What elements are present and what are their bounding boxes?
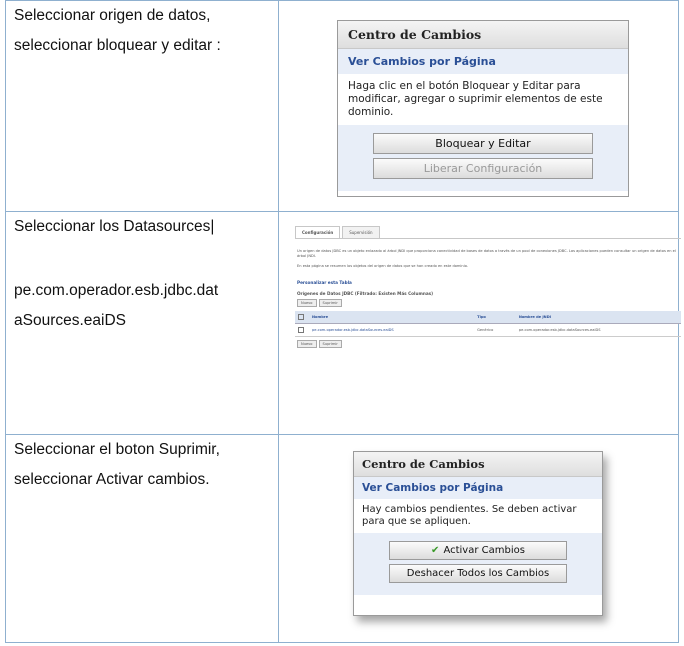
column-header-jndi[interactable]: Nombre de JNDI xyxy=(515,311,681,324)
select-all-checkbox[interactable] xyxy=(298,314,304,320)
new-button[interactable]: Nuevo xyxy=(297,299,317,307)
datasource-type: Genérico xyxy=(474,323,516,337)
activate-changes-button[interactable]: ✔ Activar Cambios xyxy=(389,541,567,560)
table-row: Seleccionar el boton Suprimir, seleccion… xyxy=(6,435,678,642)
description-text: Un origen de datos JDBC es un objeto enl… xyxy=(297,249,676,258)
table-actions-bottom: Nuevo Suprimir xyxy=(297,340,681,348)
view-changes-link[interactable]: Ver Cambios por Página xyxy=(338,49,628,74)
instruction-line: Seleccionar origen de datos, xyxy=(14,7,211,24)
summary-text: En esta página se resumen los objetos de… xyxy=(297,264,468,268)
instruction-line: seleccionar bloquear y editar : xyxy=(14,37,221,54)
table-row: Seleccionar origen de datos, seleccionar… xyxy=(6,1,678,212)
lock-and-edit-button[interactable]: Bloquear y Editar xyxy=(373,133,593,154)
panel-title: Centro de Cambios xyxy=(354,452,602,477)
row-checkbox[interactable] xyxy=(298,327,304,333)
column-header-name[interactable]: Nombre xyxy=(309,311,475,324)
datasources-console: Configuración Supervisión Un origen de d… xyxy=(295,226,681,386)
panel-message: Haga clic en el botón Bloquear y Editar … xyxy=(348,80,603,118)
datasources-table: Nombre Tipo Nombre de JNDI pe.com.operad… xyxy=(295,311,681,337)
table-header-row: Nombre Tipo Nombre de JNDI xyxy=(295,311,681,324)
release-configuration-button[interactable]: Liberar Configuración xyxy=(373,158,593,179)
instruction-table: Seleccionar origen de datos, seleccionar… xyxy=(5,0,681,643)
table-row[interactable]: pe.com.operador.esb.jdbc.dataSources.eai… xyxy=(295,323,681,337)
check-icon: ✔ xyxy=(431,545,440,556)
instruction-cell: Seleccionar origen de datos, seleccionar… xyxy=(6,1,279,211)
datasource-jndi: pe.com.operador.esb.jdbc.dataSources.eai… xyxy=(515,323,681,337)
activate-changes-label: Activar Cambios xyxy=(443,545,525,556)
column-header-type[interactable]: Tipo xyxy=(474,311,516,324)
instruction-line: Seleccionar los Datasources| xyxy=(14,218,215,235)
table-actions: Nuevo Suprimir xyxy=(297,299,681,307)
change-center-panel: Centro de Cambios Ver Cambios por Página… xyxy=(353,451,603,616)
customize-table-link[interactable]: Personalizar esta Tabla xyxy=(297,280,681,285)
console-tabs: Configuración Supervisión xyxy=(295,226,681,239)
tab-configuration[interactable]: Configuración xyxy=(295,226,341,238)
new-button[interactable]: Nuevo xyxy=(297,340,317,348)
panel-buttons: ✔ Activar Cambios Deshacer Todos los Camb… xyxy=(354,533,602,595)
table-caption: Orígenes de Datos JDBC (Filtrado: Existe… xyxy=(297,291,434,296)
view-changes-link[interactable]: Ver Cambios por Página xyxy=(354,477,602,499)
instruction-line: aSources.eaiDS xyxy=(14,312,127,329)
delete-button[interactable]: Suprimir xyxy=(318,299,342,307)
instruction-line: pe.com.operador.esb.jdbc.dat xyxy=(14,282,219,299)
row-select-cell[interactable] xyxy=(295,323,309,337)
instruction-cell: Seleccionar los Datasources| pe.com.oper… xyxy=(6,212,279,434)
screenshot-cell: Centro de Cambios Ver Cambios por Página… xyxy=(279,435,678,642)
panel-message: Hay cambios pendientes. Se deben activar… xyxy=(362,504,577,527)
datasource-name-link[interactable]: pe.com.operador.esb.jdbc.dataSources.eai… xyxy=(309,323,475,337)
tab-monitoring[interactable]: Supervisión xyxy=(342,226,380,238)
instruction-line: seleccionar Activar cambios. xyxy=(14,471,210,488)
panel-buttons: Bloquear y Editar Liberar Configuración xyxy=(338,125,628,191)
instruction-cell: Seleccionar el boton Suprimir, seleccion… xyxy=(6,435,279,642)
delete-button[interactable]: Suprimir xyxy=(318,340,342,348)
select-all-header[interactable] xyxy=(295,311,309,324)
table-row: Seleccionar los Datasources| pe.com.oper… xyxy=(6,212,681,435)
panel-title: Centro de Cambios xyxy=(338,21,628,49)
instruction-line: Seleccionar el boton Suprimir, xyxy=(14,441,220,458)
screenshot-cell: Configuración Supervisión Un origen de d… xyxy=(279,212,681,434)
change-center-panel: Centro de Cambios Ver Cambios por Página… xyxy=(337,20,629,197)
undo-all-changes-button[interactable]: Deshacer Todos los Cambios xyxy=(389,564,567,583)
screenshot-cell: Centro de Cambios Ver Cambios por Página… xyxy=(279,1,678,211)
